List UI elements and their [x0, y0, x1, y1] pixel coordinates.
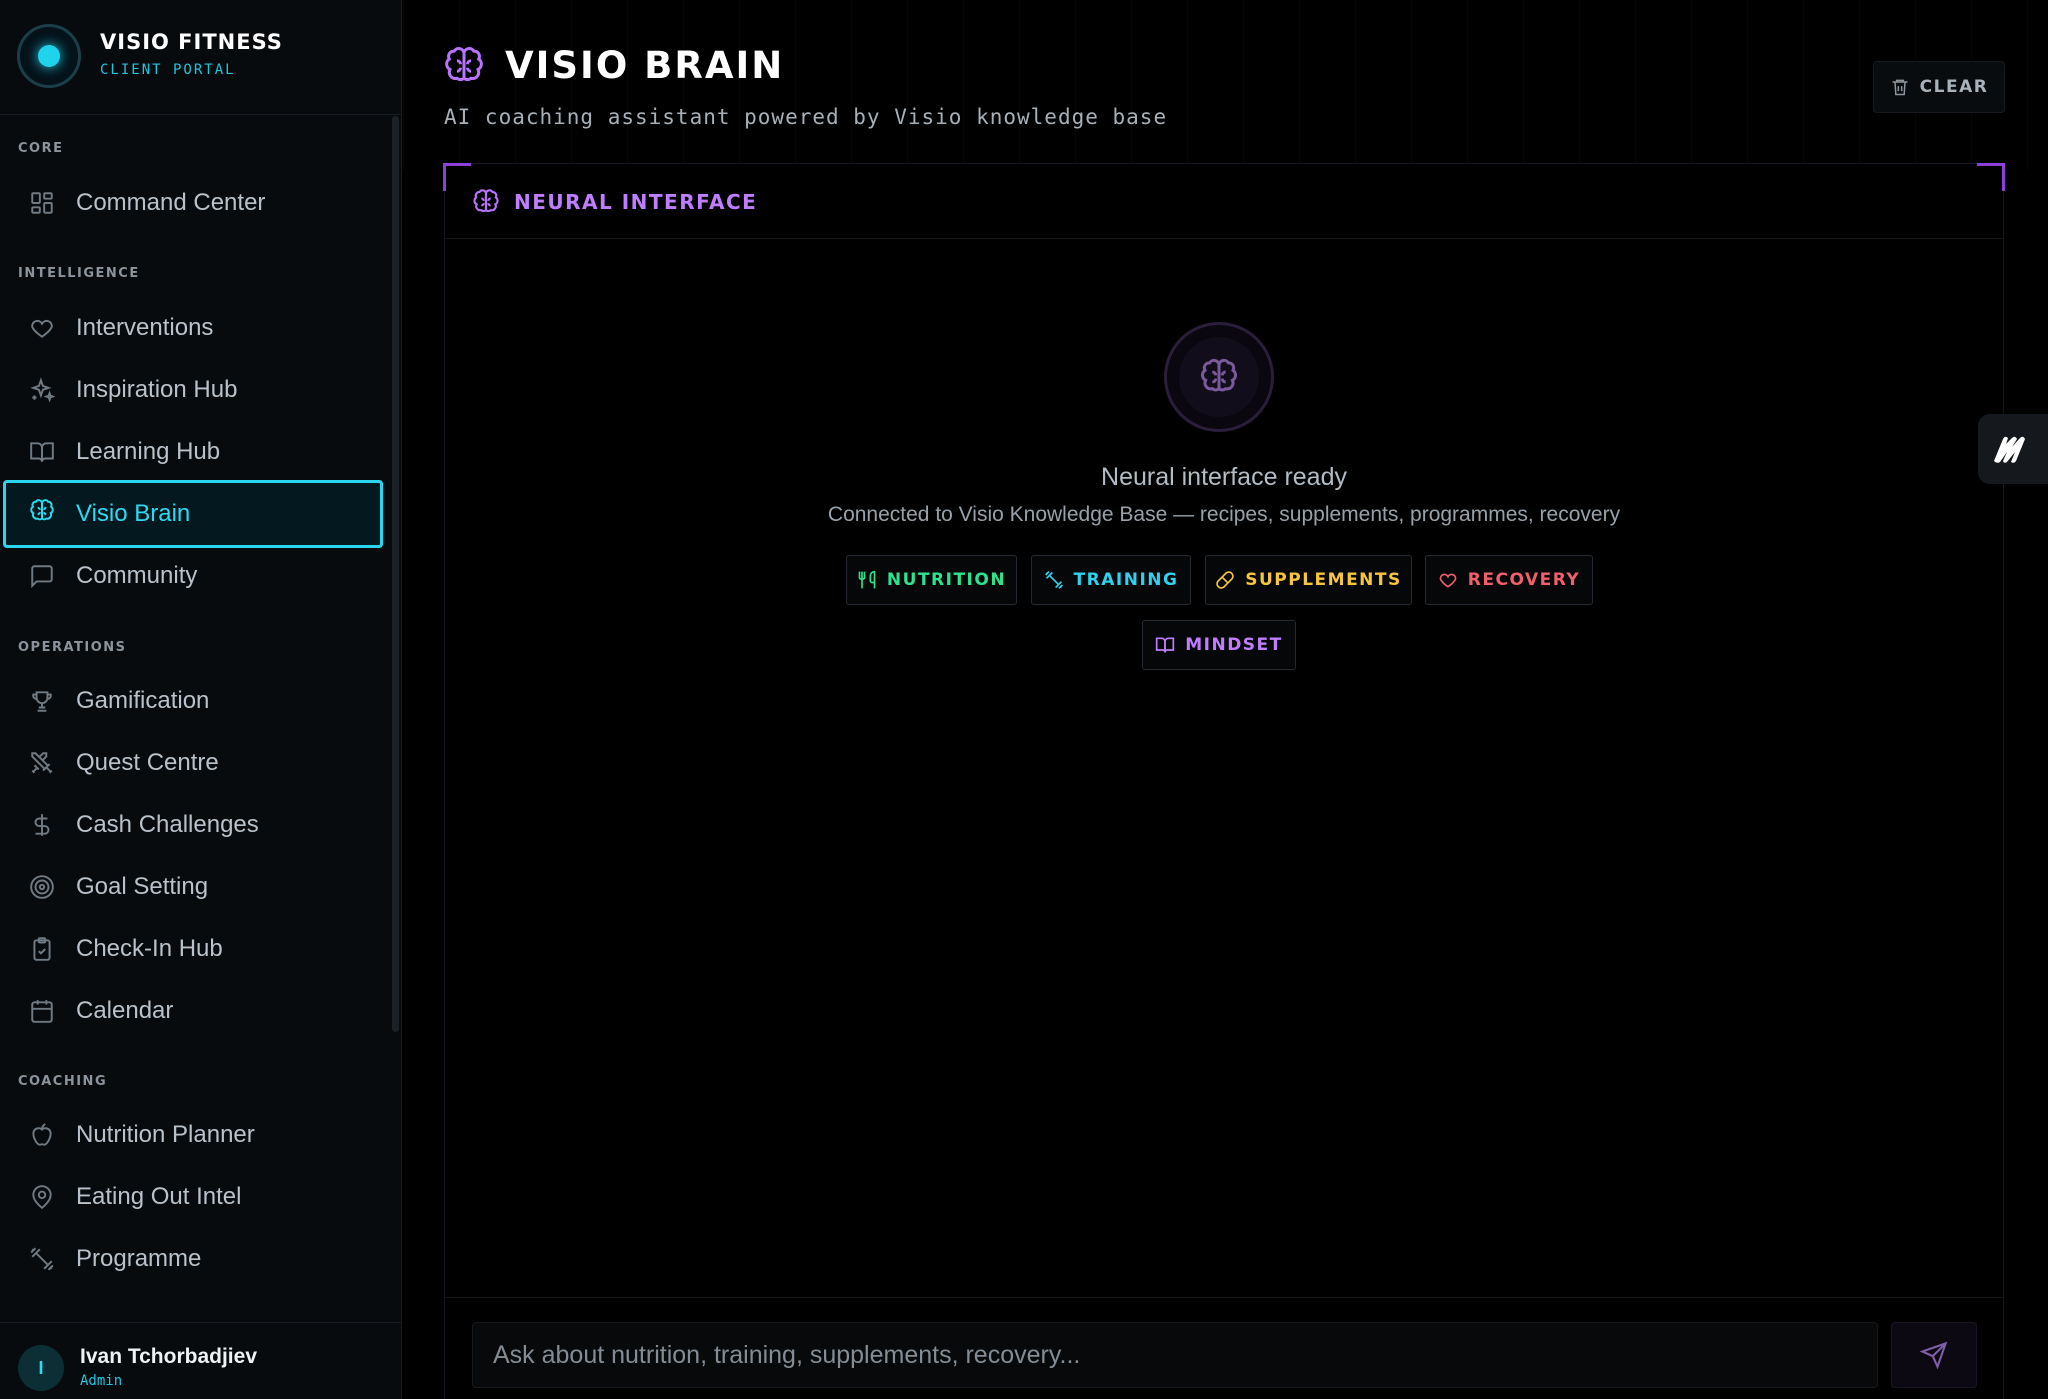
pill-icon [1215, 570, 1235, 590]
sidebar-item-quest-centre[interactable]: Quest Centre [3, 732, 383, 794]
heart-icon [1438, 570, 1458, 590]
sidebar-item-label: Command Center [76, 189, 266, 216]
sidebar-item-label: Community [76, 562, 198, 589]
section-label-coaching: COACHING [18, 1074, 108, 1089]
topic-chip-nutrition[interactable]: NUTRITION [846, 555, 1017, 605]
apple-icon [29, 1122, 55, 1148]
send-icon [1920, 1341, 1948, 1369]
sidebar-item-label: Gamification [76, 687, 210, 714]
book-open-icon [29, 439, 55, 465]
connected-description: Connected to Visio Knowledge Base — reci… [827, 503, 1621, 526]
sidebar-item-cash-challenges[interactable]: Cash Challenges [3, 794, 383, 856]
clipboard-check-icon [29, 936, 55, 962]
extension-logo-icon [1994, 436, 2025, 463]
sidebar-item-check-in-hub[interactable]: Check-In Hub [3, 918, 383, 980]
sidebar-item-label: Programme [76, 1245, 202, 1272]
swords-icon [29, 750, 55, 776]
section-label-core: CORE [18, 141, 64, 156]
extension-tab[interactable] [1978, 414, 2048, 484]
sidebar-item-gamification[interactable]: Gamification [3, 670, 383, 732]
avatar: I [18, 1345, 64, 1391]
brain-icon [472, 188, 500, 216]
clear-button[interactable]: CLEAR [1873, 61, 2005, 113]
topic-chip-label: MINDSET [1185, 635, 1283, 655]
brand-header: VISIO FITNESS CLIENT PORTAL [0, 0, 402, 115]
sidebar-item-label: Inspiration Hub [76, 376, 238, 403]
sidebar-item-learning-hub[interactable]: Learning Hub [3, 421, 383, 483]
brand-name: VISIO FITNESS [100, 30, 283, 54]
sidebar-item-label: Eating Out Intel [76, 1183, 242, 1210]
sidebar-item-visio-brain[interactable]: Visio Brain [3, 480, 383, 548]
send-button[interactable] [1891, 1322, 1977, 1388]
sidebar: VISIO FITNESS CLIENT PORTAL CORE Command… [0, 0, 402, 1399]
dollar-icon [29, 812, 55, 838]
sidebar-scrollbar[interactable] [392, 116, 399, 1032]
map-pin-icon [29, 1184, 55, 1210]
sidebar-item-label: Calendar [76, 997, 174, 1024]
trophy-icon [29, 688, 55, 714]
topic-chip-mindset[interactable]: MINDSET [1142, 620, 1296, 670]
topic-chip-label: SUPPLEMENTS [1245, 570, 1402, 590]
topic-chip-label: NUTRITION [886, 570, 1007, 590]
clear-button-label: CLEAR [1919, 77, 1989, 97]
dumbbell-icon [1044, 570, 1064, 590]
sidebar-item-goal-setting[interactable]: Goal Setting [3, 856, 383, 918]
chat-input[interactable] [472, 1322, 1878, 1388]
sidebar-item-label: Check-In Hub [76, 935, 223, 962]
sidebar-item-label: Cash Challenges [76, 811, 259, 838]
topic-chip-supplements[interactable]: SUPPLEMENTS [1205, 555, 1412, 605]
sidebar-item-label: Visio Brain [76, 500, 191, 527]
section-label-intelligence: INTELLIGENCE [18, 266, 140, 281]
sidebar-item-label: Learning Hub [76, 438, 221, 465]
topic-chip-training[interactable]: TRAINING [1031, 555, 1191, 605]
sidebar-item-community[interactable]: Community [3, 545, 383, 607]
sidebar-item-nutrition-planner[interactable]: Nutrition Planner [3, 1104, 383, 1166]
grid-icon [29, 190, 55, 216]
message-square-icon [29, 563, 55, 589]
user-profile[interactable]: I Ivan Tchorbadjiev Admin [0, 1322, 402, 1399]
sidebar-item-calendar[interactable]: Calendar [3, 980, 383, 1042]
sidebar-item-label: Goal Setting [76, 873, 209, 900]
sidebar-item-label: Nutrition Planner [76, 1121, 255, 1148]
topic-chip-label: RECOVERY [1467, 570, 1581, 590]
brain-icon [443, 45, 485, 87]
sidebar-item-label: Quest Centre [76, 749, 219, 776]
topic-chip-label: TRAINING [1073, 570, 1179, 590]
panel-title: NEURAL INTERFACE [514, 190, 758, 214]
section-label-operations: OPERATIONS [18, 640, 127, 655]
page-title: VISIO BRAIN [505, 44, 785, 87]
brand-logo-icon[interactable] [17, 24, 81, 88]
sparkles-icon [29, 377, 55, 403]
book-open-icon [1155, 635, 1175, 655]
brain-icon [29, 498, 55, 524]
page-subtitle: AI coaching assistant powered by Visio k… [444, 105, 1168, 129]
target-icon [29, 874, 55, 900]
sidebar-item-programme[interactable]: Programme [3, 1228, 383, 1290]
ready-heading: Neural interface ready [1101, 463, 1347, 491]
utensils-icon [857, 570, 877, 590]
brain-icon [1199, 357, 1239, 397]
sidebar-item-inspiration-hub[interactable]: Inspiration Hub [3, 359, 383, 421]
sidebar-item-interventions[interactable]: Interventions [3, 297, 383, 359]
calendar-icon [29, 998, 55, 1024]
sidebar-item-command-center[interactable]: Command Center [3, 172, 383, 234]
topic-chip-recovery[interactable]: RECOVERY [1425, 555, 1593, 605]
empty-state-brain-badge [1164, 322, 1274, 432]
user-name: Ivan Tchorbadjiev [80, 1345, 257, 1368]
heart-icon [29, 315, 55, 341]
user-role: Admin [80, 1373, 123, 1389]
sidebar-item-eating-out-intel[interactable]: Eating Out Intel [3, 1166, 383, 1228]
panel-header: NEURAL INTERFACE [445, 164, 2003, 239]
sidebar-item-label: Interventions [76, 314, 214, 341]
trash-icon [1890, 77, 1910, 97]
brand-subtitle: CLIENT PORTAL [100, 62, 236, 78]
dumbbell-icon [29, 1246, 55, 1272]
